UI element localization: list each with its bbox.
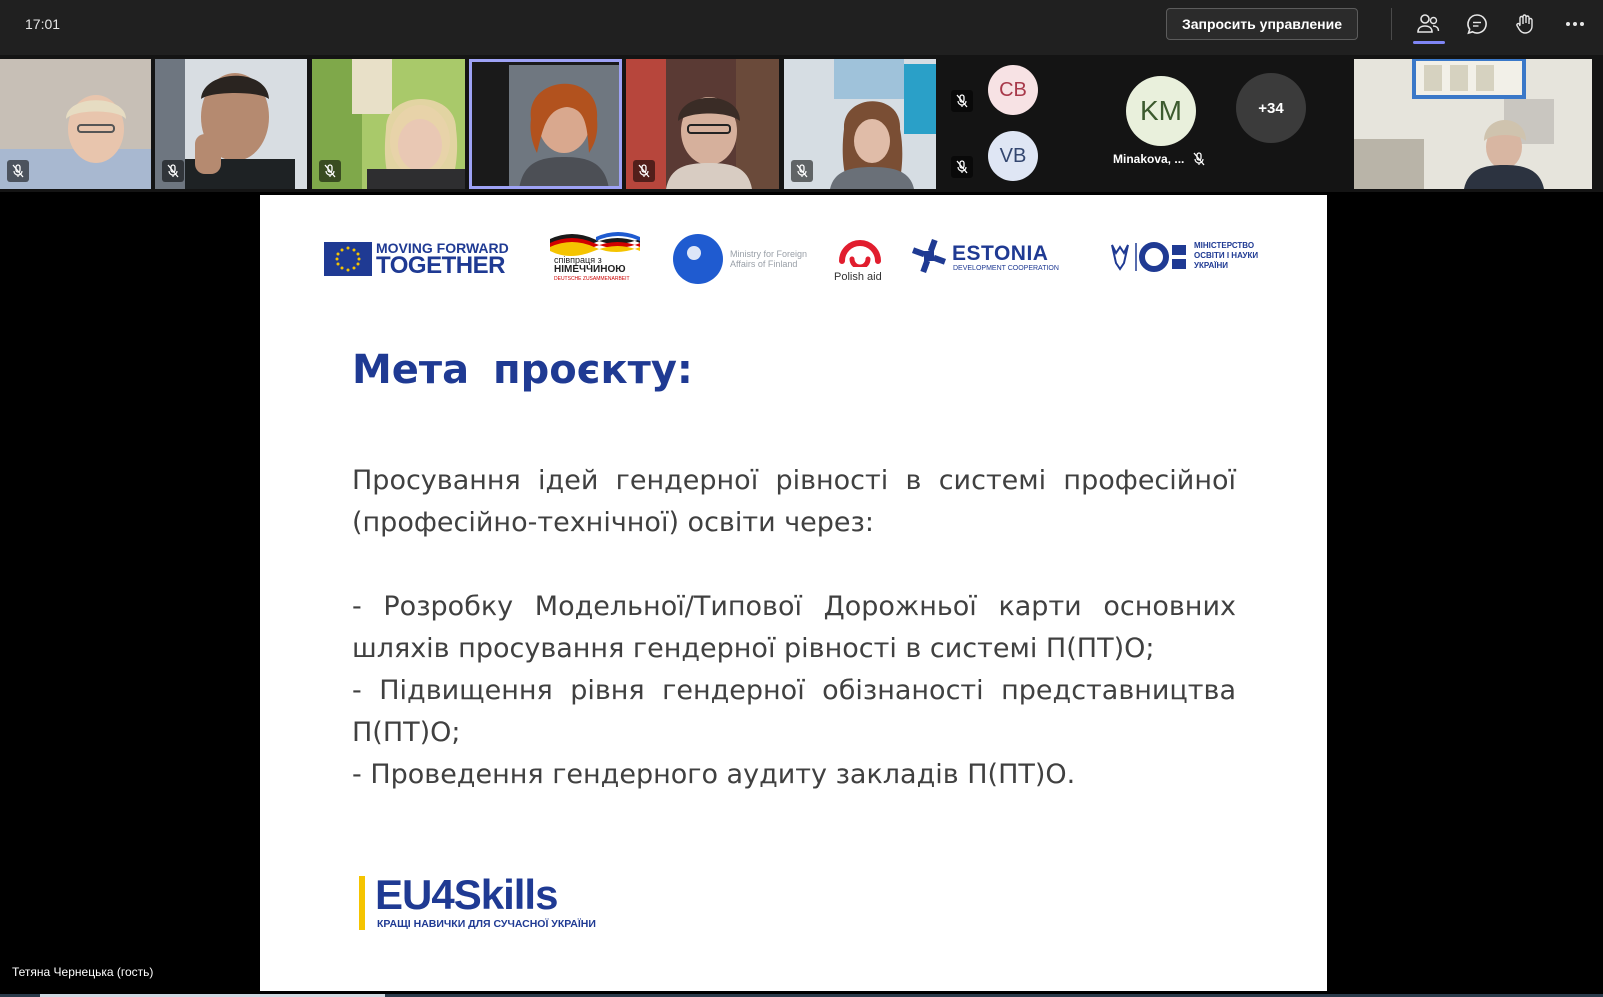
slide-bullet: - Розробку Модельної/Типової Дорожньої к… (352, 591, 1236, 664)
slide-title: Мета проєкту: (352, 347, 693, 393)
finland-emblem-icon (673, 234, 723, 284)
participant-strip: CB VB KM Minakova, ... +34 (0, 55, 1603, 192)
mic-off-icon (951, 156, 973, 178)
chat-icon[interactable] (1462, 10, 1492, 38)
eu-logo-line2: TOGETHER (376, 252, 505, 279)
self-video-tile[interactable] (1354, 59, 1592, 189)
partner-logos: MOVING FORWARD TOGETHER співпраця з НІМЕ… (324, 231, 1264, 287)
raise-hand-icon[interactable] (1510, 10, 1540, 38)
ministry-logo-line2: ОСВІТИ І НАУКИ (1194, 251, 1259, 260)
mic-off-icon (1193, 152, 1205, 171)
participant-avatar-vb[interactable]: VB (988, 131, 1038, 181)
mic-off-icon (791, 160, 813, 182)
ministry-logo-line3: УКРАЇНИ (1194, 261, 1229, 270)
finland-logo-line1: Ministry for Foreign (730, 249, 808, 259)
mic-off-icon (319, 160, 341, 182)
eu-flag-icon (324, 242, 372, 276)
request-control-button[interactable]: Запросить управление (1166, 8, 1358, 40)
polish-aid-emblem-icon (839, 240, 881, 267)
mic-off-icon (7, 160, 29, 182)
meeting-toolbar: 17:01 Запросить управление (0, 0, 1603, 55)
estonia-logo-line1: ESTONIA (952, 242, 1049, 265)
ministry-logo: МІНІСТЕРСТВО ОСВІТИ І НАУКИ УКРАЇНИ (1108, 239, 1268, 279)
slide-bullet: - Підвищення рівня гендерної обізнаності… (352, 675, 1236, 748)
participant-video-tile[interactable] (626, 59, 779, 189)
ministry-emblem-icon (1111, 242, 1186, 272)
germany-logo-line2: НІМЕЧЧИНОЮ (554, 264, 626, 275)
germany-logo-line3: DEUTSCHE ZUSAMMENARBEIT (554, 276, 630, 282)
presentation-slide: MOVING FORWARD TOGETHER співпраця з НІМЕ… (260, 195, 1327, 991)
eu4skills-logo-text: EU4Skills (375, 871, 558, 918)
finland-logo-line2: Affairs of Finland (730, 259, 798, 269)
more-icon[interactable] (1560, 10, 1590, 38)
eu4skills-logo: EU4Skills КРАЩІ НАВИЧКИ ДЛЯ СУЧАСНОЇ УКР… (359, 871, 619, 933)
estonia-logo-line2: DEVELOPMENT COOPERATION (953, 265, 1059, 272)
active-speaker-video-tile[interactable] (469, 59, 622, 189)
eu4skills-tagline: КРАЩІ НАВИЧКИ ДЛЯ СУЧАСНОЇ УКРАЇНИ (377, 918, 596, 930)
germany-ukraine-flag-icon (550, 232, 640, 256)
ministry-logo-line1: МІНІСТЕРСТВО (1194, 241, 1255, 250)
participant-avatar-km[interactable]: KM (1126, 76, 1196, 146)
participant-video-tile[interactable] (312, 59, 465, 189)
participant-video-tile[interactable] (155, 59, 307, 189)
participant-video (1354, 59, 1592, 189)
meeting-timer: 17:01 (25, 16, 61, 32)
mic-off-icon (162, 160, 184, 182)
mic-off-icon (951, 90, 973, 112)
people-icon[interactable] (1413, 10, 1443, 38)
presenter-name-label: Тетяна Чернецька (гость) (12, 965, 154, 979)
germany-logo: співпраця з НІМЕЧЧИНОЮ DEUTSCHE ZUSAMMEN… (550, 231, 642, 287)
estonia-logo: ESTONIA DEVELOPMENT COOPERATION (912, 239, 1062, 279)
mic-off-icon (633, 160, 655, 182)
participant-name: Minakova, ... (1113, 152, 1185, 166)
eu-logo: MOVING FORWARD TOGETHER (324, 239, 524, 279)
participant-video-tile[interactable] (784, 59, 936, 189)
finland-logo: Ministry for Foreign Affairs of Finland (672, 233, 812, 285)
estonia-emblem-icon (912, 239, 946, 273)
slide-body: Просування ідей гендерної рівності в сис… (352, 460, 1236, 796)
toolbar-divider (1391, 8, 1392, 40)
slide-bullet: - Проведення гендерного аудиту закладів … (352, 759, 1076, 790)
more-participants-button[interactable]: +34 (1236, 73, 1306, 143)
participant-avatar-cb[interactable]: CB (988, 65, 1038, 115)
people-tab-indicator (1413, 41, 1445, 44)
eu4skills-accent-bar (359, 876, 365, 930)
participant-video (469, 59, 622, 189)
polish-aid-label: Polish aid (834, 271, 882, 283)
slide-intro: Просування ідей гендерної рівності в сис… (352, 465, 1236, 538)
polish-aid-logo: Polish aid (830, 231, 890, 287)
participant-video-tile[interactable] (0, 59, 151, 189)
screen-share-stage: MOVING FORWARD TOGETHER співпраця з НІМЕ… (0, 192, 1603, 997)
